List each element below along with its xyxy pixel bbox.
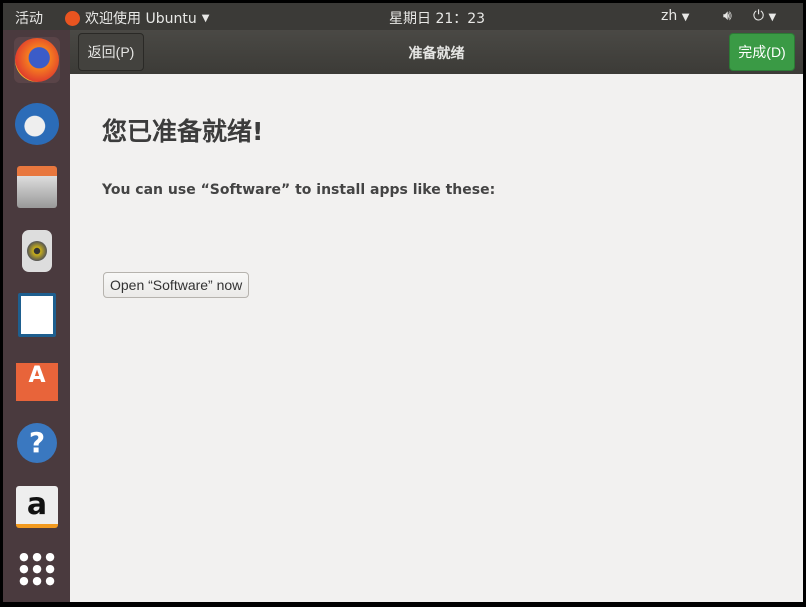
power-icon[interactable]: ⏻ ▼ xyxy=(753,8,776,24)
activities-button[interactable]: 活动 xyxy=(15,8,43,28)
lang-label: zh xyxy=(661,8,678,24)
language-indicator[interactable]: zh ▼ xyxy=(661,8,689,24)
top-bar: 活动 欢迎使用 Ubuntu ▼ 星期日 21：23 zh ▼ 🔊︎ ⏻ ▼ xyxy=(3,3,803,30)
amazon-icon: a xyxy=(16,486,58,528)
done-button[interactable]: 完成(D) xyxy=(729,33,795,71)
ubuntu-logo-icon xyxy=(65,10,80,26)
window-title: 准备就绪 xyxy=(408,46,465,62)
app-menu[interactable]: 欢迎使用 Ubuntu ▼ xyxy=(65,8,209,28)
dock-amazon[interactable]: a xyxy=(14,484,60,530)
dock: A ? a ● ● ● ● ● ● ● ● ● xyxy=(3,30,70,602)
firefox-icon xyxy=(15,38,59,82)
chevron-down-icon: ▼ xyxy=(681,12,690,23)
open-software-button[interactable]: Open “Software” now xyxy=(103,272,250,298)
volume-icon[interactable]: 🔊︎ xyxy=(723,8,732,24)
chevron-down-icon: ▼ xyxy=(201,12,210,24)
dock-software[interactable]: A xyxy=(14,356,60,402)
speaker-icon xyxy=(22,230,52,272)
dock-writer[interactable] xyxy=(14,292,60,338)
dock-thunderbird[interactable] xyxy=(14,101,60,147)
chevron-down-icon: ▼ xyxy=(768,12,777,23)
subtitle: You can use “Software” to install apps l… xyxy=(102,182,496,198)
clock[interactable]: 星期日 21：23 xyxy=(389,8,485,28)
dock-files[interactable] xyxy=(14,164,60,210)
writer-icon xyxy=(18,293,56,337)
dock-help[interactable]: ? xyxy=(14,420,60,466)
thunderbird-icon xyxy=(15,103,59,145)
file-cabinet-icon xyxy=(17,166,57,208)
help-icon: ? xyxy=(17,423,57,463)
title-bar: 返回(P) 准备就绪 完成(D) xyxy=(70,30,803,74)
content: 您已准备就绪! You can use “Software” to instal… xyxy=(70,74,803,602)
dock-firefox[interactable] xyxy=(14,37,60,83)
software-bag-icon: A xyxy=(16,363,58,401)
show-apps-icon[interactable]: ● ● ● ● ● ● ● ● ● xyxy=(14,546,60,592)
page-heading: 您已准备就绪! xyxy=(102,117,264,146)
app-menu-label: 欢迎使用 Ubuntu xyxy=(85,11,197,27)
dock-rhythmbox[interactable] xyxy=(14,228,60,274)
